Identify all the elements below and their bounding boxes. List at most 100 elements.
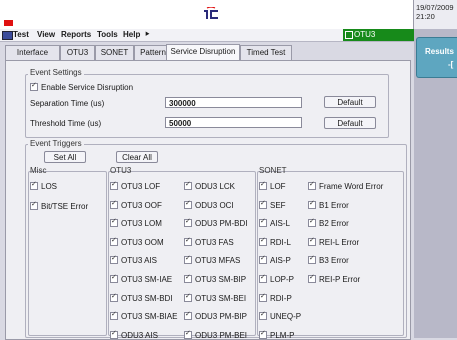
sonet-trigger-checkbox[interactable]: Frame Word Error <box>308 180 384 191</box>
sonet-trigger-checkbox[interactable]: B3 Error <box>308 254 349 266</box>
results-button[interactable]: Results -[ <box>416 37 457 78</box>
sonet-trigger-label: Frame Word Error <box>319 182 384 191</box>
checkbox-box[interactable] <box>184 180 192 190</box>
checkbox-box[interactable] <box>259 217 267 228</box>
tab-otu3[interactable]: OTU3 <box>60 45 95 60</box>
otu3-trigger-checkbox[interactable]: OTU3 SM-BEI <box>184 292 246 303</box>
checkbox-box[interactable] <box>308 273 316 283</box>
checkbox-box[interactable] <box>110 254 118 265</box>
separation-default-button[interactable]: Default <box>324 96 376 108</box>
checkbox-box[interactable] <box>259 236 267 246</box>
checkbox-box[interactable] <box>308 199 316 209</box>
enable-service-disruption-checkbox[interactable]: Enable Service Disruption <box>30 81 133 92</box>
tab-timed-test[interactable]: Timed Test <box>240 45 292 60</box>
checkbox-box[interactable] <box>184 236 192 246</box>
checkbox-box[interactable] <box>184 273 192 283</box>
otu3-trigger-checkbox[interactable]: OTU3 SM-IAE <box>110 273 173 284</box>
menu-tools[interactable]: Tools <box>97 30 118 39</box>
sonet-trigger-checkbox[interactable]: RDI-L <box>259 236 291 247</box>
otu3-trigger-checkbox[interactable]: OTU3 AIS <box>110 254 157 265</box>
sonet-trigger-label: UNEQ-P <box>270 312 302 322</box>
tab-sonet[interactable]: SONET <box>95 45 134 60</box>
otu3-trigger-checkbox[interactable]: ODU3 AIS <box>110 329 158 340</box>
checkbox-box[interactable] <box>184 310 192 321</box>
sonet-trigger-checkbox[interactable]: LOP-P <box>259 273 294 284</box>
otu3-trigger-label: OTU3 SM-BIAE <box>121 312 178 322</box>
checkbox-box[interactable] <box>259 310 267 321</box>
otu3-status-tab[interactable]: OTU3 <box>343 29 414 41</box>
checkbox-box[interactable] <box>184 254 192 265</box>
otu3-trigger-checkbox[interactable]: ODU3 PM-BDI <box>184 217 247 228</box>
checkbox-box[interactable] <box>308 254 316 265</box>
sonet-trigger-checkbox[interactable]: UNEQ-P <box>259 310 302 322</box>
otu3-trigger-checkbox[interactable]: OTU3 MFAS <box>184 254 241 266</box>
otu3-trigger-label: OTU3 MFAS <box>195 256 241 266</box>
checkbox-box[interactable] <box>259 199 267 209</box>
sonet-trigger-checkbox[interactable]: REI-P Error <box>308 273 360 284</box>
sonet-trigger-label: B3 Error <box>319 256 349 266</box>
event-triggers-legend: Event Triggers <box>28 139 84 148</box>
otu3-trigger-checkbox[interactable]: ODU3 PM-BEI <box>184 329 247 340</box>
checkbox-box[interactable] <box>308 236 316 246</box>
sonet-trigger-checkbox[interactable]: AIS-L <box>259 217 291 229</box>
clear-all-button[interactable]: Clear All <box>116 151 158 163</box>
checkbox-box[interactable] <box>308 180 316 190</box>
checkbox-box[interactable] <box>308 217 316 228</box>
sonet-trigger-checkbox[interactable]: SEF <box>259 199 286 210</box>
otu3-trigger-checkbox[interactable]: OTU3 OOF <box>110 199 162 210</box>
menu-reports[interactable]: Reports <box>61 30 91 39</box>
sonet-trigger-checkbox[interactable]: LOF <box>259 180 286 191</box>
separation-time-input[interactable]: 300000 <box>165 97 302 108</box>
menu-test[interactable]: Test <box>13 30 29 39</box>
sonet-trigger-checkbox[interactable]: PLM-P <box>259 329 294 340</box>
checkbox-box[interactable] <box>110 180 118 190</box>
trigger-bit-tse-error-checkbox[interactable]: Bit/TSE Error <box>30 200 88 211</box>
otu3-trigger-checkbox[interactable]: ODU3 OCI <box>184 199 234 210</box>
checkbox-box[interactable] <box>110 310 118 321</box>
sonet-trigger-checkbox[interactable]: RDI-P <box>259 292 292 303</box>
sonet-trigger-checkbox[interactable]: AIS-P <box>259 254 291 265</box>
tab-interface[interactable]: Interface <box>5 45 60 60</box>
tab-service-disruption[interactable]: Service Disruption <box>166 44 240 61</box>
otu3-trigger-checkbox[interactable]: OTU3 LOM <box>110 217 162 228</box>
sonet-title: SONET <box>259 166 287 175</box>
otu3-trigger-label: OTU3 SM-IAE <box>121 275 173 284</box>
help-cursor-icon[interactable]: ⯈ <box>144 30 150 40</box>
threshold-time-input[interactable]: 50000 <box>165 117 302 128</box>
results-label: Results <box>425 47 454 56</box>
menu-help[interactable]: Help <box>123 30 140 39</box>
otu3-trigger-checkbox[interactable]: OTU3 OOM <box>110 236 164 247</box>
clock-time: 21:20 <box>416 12 435 21</box>
checkbox-box[interactable] <box>30 81 38 91</box>
checkbox-box[interactable] <box>110 199 118 209</box>
alarm-indicator <box>4 20 13 26</box>
sonet-trigger-checkbox[interactable]: B2 Error <box>308 217 349 228</box>
sonet-trigger-label: AIS-L <box>270 219 291 229</box>
sonet-trigger-checkbox[interactable]: REI-L Error <box>308 236 359 247</box>
menu-view[interactable]: View <box>37 30 55 39</box>
checkbox-box[interactable] <box>184 292 192 302</box>
checkbox-box[interactable] <box>259 254 267 265</box>
checkbox-box[interactable] <box>184 199 192 209</box>
otu3-trigger-checkbox[interactable]: OTU3 FAS <box>184 236 234 247</box>
sonet-trigger-checkbox[interactable]: B1 Error <box>308 199 349 210</box>
checkbox-box[interactable] <box>259 273 267 283</box>
checkbox-box[interactable] <box>259 292 267 302</box>
set-all-button[interactable]: Set All <box>44 151 86 163</box>
otu3-trigger-checkbox[interactable]: OTU3 SM-BIAE <box>110 310 178 322</box>
threshold-default-button[interactable]: Default <box>324 117 376 129</box>
checkbox-box[interactable] <box>110 236 118 246</box>
sonet-trigger-label: LOF <box>270 182 286 191</box>
otu3-trigger-checkbox[interactable]: ODU3 PM-BIP <box>184 310 247 321</box>
checkbox-box[interactable] <box>259 180 267 190</box>
otu3-trigger-checkbox[interactable]: ODU3 LCK <box>184 180 235 191</box>
otu3-trigger-checkbox[interactable]: OTU3 LOF <box>110 180 160 191</box>
checkbox-box[interactable] <box>110 217 118 228</box>
trigger-los-checkbox[interactable]: LOS <box>30 180 57 191</box>
checkbox-box[interactable] <box>110 292 118 302</box>
otu3-trigger-checkbox[interactable]: OTU3 SM-BIP <box>184 273 246 284</box>
checkbox-box[interactable] <box>110 273 118 283</box>
results-arrow: -[ <box>448 60 454 69</box>
otu3-trigger-checkbox[interactable]: OTU3 SM-BDI <box>110 292 173 303</box>
checkbox-box[interactable] <box>184 217 192 228</box>
